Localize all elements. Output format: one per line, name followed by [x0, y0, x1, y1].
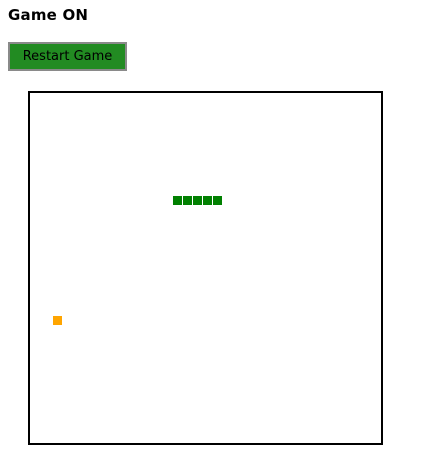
game-status-label: Game ON	[8, 6, 89, 24]
restart-game-button[interactable]: Restart Game	[8, 42, 127, 71]
food-item	[53, 316, 62, 325]
snake-segment	[173, 196, 182, 205]
game-board[interactable]	[28, 91, 383, 445]
snake-segment	[193, 196, 202, 205]
snake-segment	[183, 196, 192, 205]
snake-segment	[203, 196, 212, 205]
snake-head	[213, 196, 222, 205]
